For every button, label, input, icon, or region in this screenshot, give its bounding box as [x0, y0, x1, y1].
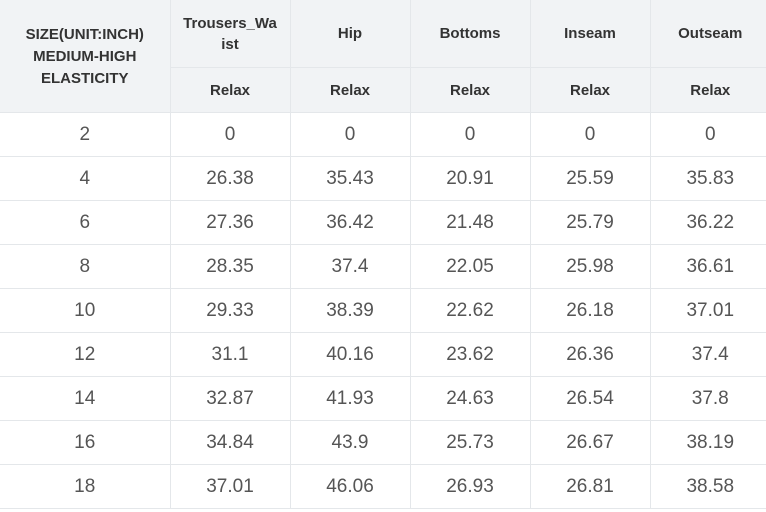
- size-cell: 18: [0, 464, 171, 509]
- column-header-outseam: Outseam: [650, 0, 766, 68]
- table-row: 14 32.87 41.93 24.63 26.54 37.8: [0, 376, 766, 421]
- column-subheader: Relax: [170, 67, 291, 113]
- measurement-cell: 0: [170, 112, 291, 157]
- measurement-cell: 32.87: [170, 376, 291, 421]
- corner-header-text: SIZE(UNIT:INCH) MEDIUM-HIGH ELASTICITY: [25, 26, 144, 87]
- table-row: 6 27.36 36.42 21.48 25.79 36.22: [0, 200, 766, 245]
- measurement-cell: 38.39: [290, 288, 411, 333]
- measurement-cell: 22.05: [410, 244, 531, 289]
- header-row-main: SIZE(UNIT:INCH) MEDIUM-HIGH ELASTICITY T…: [0, 0, 766, 113]
- measurement-cell: 35.43: [290, 156, 411, 201]
- measurement-cell: 37.8: [650, 376, 766, 421]
- measurement-cell: 23.62: [410, 332, 531, 377]
- measurement-cell: 38.58: [650, 464, 766, 509]
- measurement-cell: 31.1: [170, 332, 291, 377]
- measurement-cell: 26.38: [170, 156, 291, 201]
- measurement-cell: 29.33: [170, 288, 291, 333]
- measurement-cell: 25.79: [530, 200, 651, 245]
- measurement-cell: 37.01: [170, 464, 291, 509]
- measurement-cell: 26.54: [530, 376, 651, 421]
- measurement-cell: 28.35: [170, 244, 291, 289]
- column-subheader: Relax: [290, 67, 411, 113]
- measurement-cell: 46.06: [290, 464, 411, 509]
- measurement-cell: 37.01: [650, 288, 766, 333]
- measurement-cell: 0: [530, 112, 651, 157]
- table-row: 200000: [0, 112, 766, 157]
- table-row: 16 34.84 43.9 25.73 26.67 38.19: [0, 420, 766, 465]
- column-header-inseam: Inseam: [530, 0, 651, 68]
- measurement-cell: 24.63: [410, 376, 531, 421]
- measurement-cell: 37.4: [290, 244, 411, 289]
- measurement-cell: 20.91: [410, 156, 531, 201]
- measurement-cell: 25.59: [530, 156, 651, 201]
- measurement-cell: 36.61: [650, 244, 766, 289]
- table-row: 4 26.38 35.43 20.91 25.59 35.83: [0, 156, 766, 201]
- size-chart-table: SIZE(UNIT:INCH) MEDIUM-HIGH ELASTICITY T…: [0, 0, 766, 509]
- table-row: 10 29.33 38.39 22.62 26.18 37.01: [0, 288, 766, 333]
- column-subheader: Relax: [410, 67, 531, 113]
- measurement-cell: 37.4: [650, 332, 766, 377]
- size-cell: 2: [0, 112, 171, 157]
- column-header-trousers-waist: Trousers_Waist: [170, 0, 291, 68]
- measurement-cell: 0: [410, 112, 531, 157]
- measurement-cell: 35.83: [650, 156, 766, 201]
- table-header: SIZE(UNIT:INCH) MEDIUM-HIGH ELASTICITY T…: [0, 0, 766, 113]
- size-cell: 16: [0, 420, 171, 465]
- size-cell: 8: [0, 244, 171, 289]
- table-row: 12 31.1 40.16 23.62 26.36 37.4: [0, 332, 766, 377]
- measurement-cell: 43.9: [290, 420, 411, 465]
- measurement-cell: 26.36: [530, 332, 651, 377]
- measurement-cell: 34.84: [170, 420, 291, 465]
- measurement-cell: 38.19: [650, 420, 766, 465]
- measurement-cell: 36.22: [650, 200, 766, 245]
- measurement-cell: 0: [650, 112, 766, 157]
- measurement-cell: 40.16: [290, 332, 411, 377]
- measurement-cell: 26.18: [530, 288, 651, 333]
- size-cell: 12: [0, 332, 171, 377]
- size-cell: 10: [0, 288, 171, 333]
- measurement-cell: 36.42: [290, 200, 411, 245]
- column-header-hip: Hip: [290, 0, 411, 68]
- size-cell: 4: [0, 156, 171, 201]
- measurement-cell: 25.98: [530, 244, 651, 289]
- corner-header: SIZE(UNIT:INCH) MEDIUM-HIGH ELASTICITY: [0, 0, 171, 113]
- measurement-cell: 25.73: [410, 420, 531, 465]
- measurement-cell: 27.36: [170, 200, 291, 245]
- measurement-cell: 26.93: [410, 464, 531, 509]
- table-body: 2 0 0 0 0 0 4 26.38 35.43 20.91 25.59 35.83 6 27.36 36…: [0, 112, 766, 509]
- column-subheader: Relax: [530, 67, 651, 113]
- measurement-cell: 0: [290, 112, 411, 157]
- measurement-cell: 41.93: [290, 376, 411, 421]
- size-cell: 6: [0, 200, 171, 245]
- table-row: 8 28.35 37.4 22.05 25.98 36.61: [0, 244, 766, 289]
- measurement-cell: 22.62: [410, 288, 531, 333]
- column-subheader: Relax: [650, 67, 766, 113]
- measurement-cell: 26.81: [530, 464, 651, 509]
- column-header-bottoms: Bottoms: [410, 0, 531, 68]
- table-row: 18 37.01 46.06 26.93 26.81 38.58: [0, 464, 766, 509]
- measurement-cell: 26.67: [530, 420, 651, 465]
- measurement-cell: 21.48: [410, 200, 531, 245]
- size-cell: 14: [0, 376, 171, 421]
